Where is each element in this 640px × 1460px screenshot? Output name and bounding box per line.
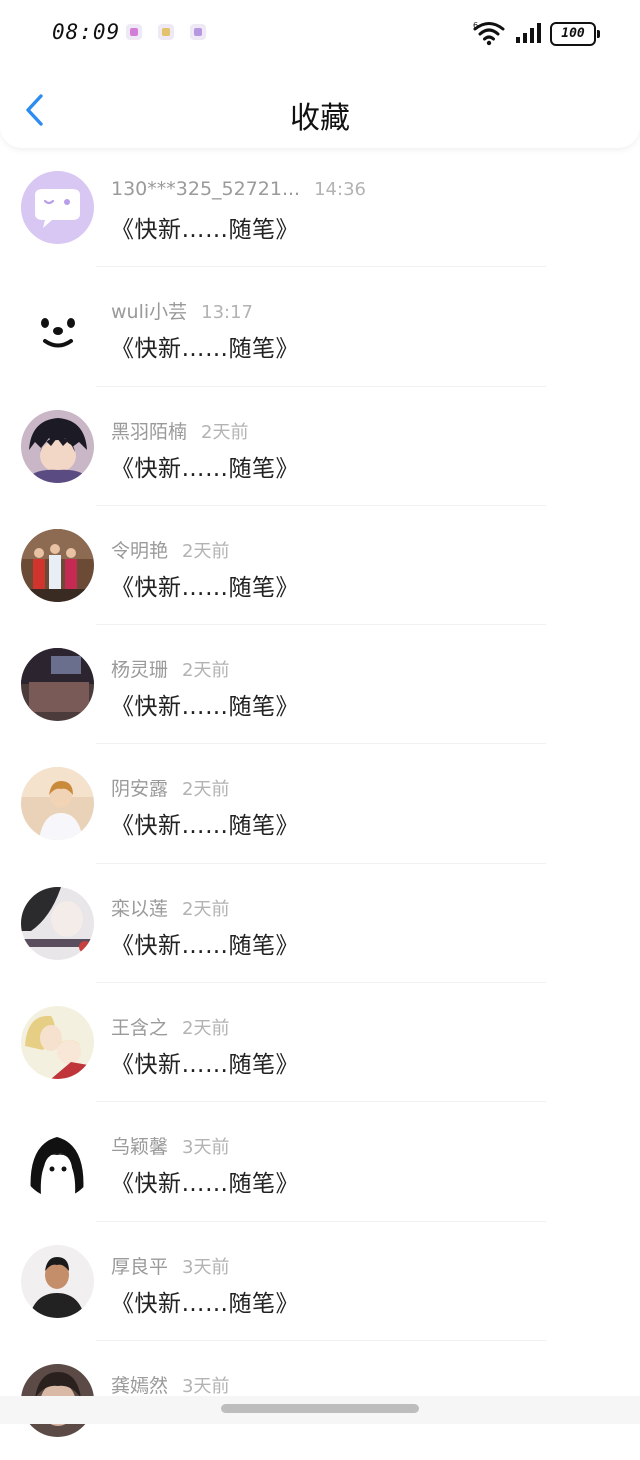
avatar bbox=[21, 1244, 94, 1318]
avatar bbox=[21, 528, 94, 602]
user-name: 黑羽陌楠 bbox=[111, 420, 188, 443]
list-item[interactable]: 黑羽陌楠 2天前 《快新……随笔》 bbox=[0, 387, 640, 506]
wifi-icon: 6 bbox=[473, 21, 505, 46]
list-item[interactable]: 令明艳 2天前 《快新……随笔》 bbox=[0, 506, 640, 626]
user-name: 令明艳 bbox=[111, 539, 169, 562]
user-name: 龚嫣然 bbox=[111, 1374, 169, 1397]
favorite-title: 《快新……随笔》 bbox=[111, 336, 299, 363]
avatar bbox=[21, 886, 94, 960]
list-item[interactable]: wuli小芸 13:17 《快新……随笔》 bbox=[0, 267, 640, 387]
favorite-title: 《快新……随笔》 bbox=[111, 217, 299, 243]
user-name: 乌颖馨 bbox=[111, 1136, 169, 1159]
avatar bbox=[21, 1125, 94, 1199]
avatar bbox=[21, 1006, 94, 1080]
list-item[interactable]: 王含之 2天前 《快新……随笔》 bbox=[0, 983, 640, 1103]
notification-icon bbox=[126, 24, 142, 40]
list-item[interactable]: 乌颖馨 3天前 《快新……随笔》 bbox=[0, 1102, 640, 1222]
list-item[interactable]: 栾以莲 2天前 《快新……随笔》 bbox=[0, 864, 640, 984]
page-title: 收藏 bbox=[290, 101, 350, 136]
timestamp: 2天前 bbox=[182, 1018, 230, 1040]
user-name: 阴安露 bbox=[111, 778, 169, 801]
notification-icon bbox=[190, 24, 206, 40]
timestamp: 2天前 bbox=[182, 779, 230, 801]
list-item[interactable]: 杨灵珊 2天前 《快新……随笔》 bbox=[0, 625, 640, 745]
timestamp: 2天前 bbox=[201, 421, 249, 443]
favorite-title: 《快新……随笔》 bbox=[111, 1171, 299, 1198]
user-name: 王含之 bbox=[111, 1017, 169, 1040]
notification-icon bbox=[158, 24, 174, 40]
avatar bbox=[21, 290, 94, 364]
timestamp: 13:17 bbox=[201, 302, 254, 324]
signal-icon bbox=[516, 23, 541, 43]
favorite-title: 《快新……随笔》 bbox=[111, 574, 299, 601]
timestamp: 2天前 bbox=[182, 540, 230, 562]
list-item[interactable]: 130***325_52721... 14:36 《快新……随笔》 bbox=[0, 148, 640, 268]
status-bar: 08:09 6 100 bbox=[0, 0, 640, 64]
avatar bbox=[21, 648, 94, 722]
timestamp: 2天前 bbox=[182, 660, 230, 682]
avatar bbox=[21, 171, 94, 244]
favorite-title: 《快新……随笔》 bbox=[111, 1290, 299, 1317]
user-name: 杨灵珊 bbox=[111, 659, 169, 682]
user-name: wuli小芸 bbox=[111, 301, 188, 324]
top-nav-bar: 收藏 bbox=[0, 64, 640, 148]
timestamp: 3天前 bbox=[182, 1375, 230, 1397]
svg-text:6: 6 bbox=[473, 21, 478, 30]
user-name: 厚良平 bbox=[111, 1255, 169, 1278]
list-item[interactable]: 厚良平 3天前 《快新……随笔》 bbox=[0, 1222, 640, 1341]
battery-icon: 100 bbox=[550, 22, 600, 46]
user-name: 130***325_52721... bbox=[111, 178, 301, 200]
list-item[interactable]: 阴安露 2天前 《快新……随笔》 bbox=[0, 744, 640, 864]
home-indicator[interactable] bbox=[221, 1404, 419, 1413]
favorite-title: 《快新……随笔》 bbox=[111, 1052, 299, 1079]
timestamp: 2天前 bbox=[182, 898, 230, 920]
user-name: 栾以莲 bbox=[111, 897, 169, 920]
favorite-title: 《快新……随笔》 bbox=[111, 694, 299, 721]
favorite-title: 《快新……随笔》 bbox=[111, 813, 299, 840]
avatar bbox=[21, 409, 94, 483]
favorite-title: 《快新……随笔》 bbox=[111, 455, 299, 482]
timestamp: 3天前 bbox=[182, 1256, 230, 1278]
favorites-list: 130***325_52721... 14:36 《快新……随笔》 wuli小芸 1… bbox=[0, 148, 640, 1460]
status-time: 08:09 bbox=[52, 20, 121, 44]
timestamp: 14:36 bbox=[314, 179, 366, 200]
favorite-title: 《快新……随笔》 bbox=[111, 932, 299, 959]
timestamp: 3天前 bbox=[182, 1137, 230, 1159]
avatar bbox=[21, 767, 94, 841]
